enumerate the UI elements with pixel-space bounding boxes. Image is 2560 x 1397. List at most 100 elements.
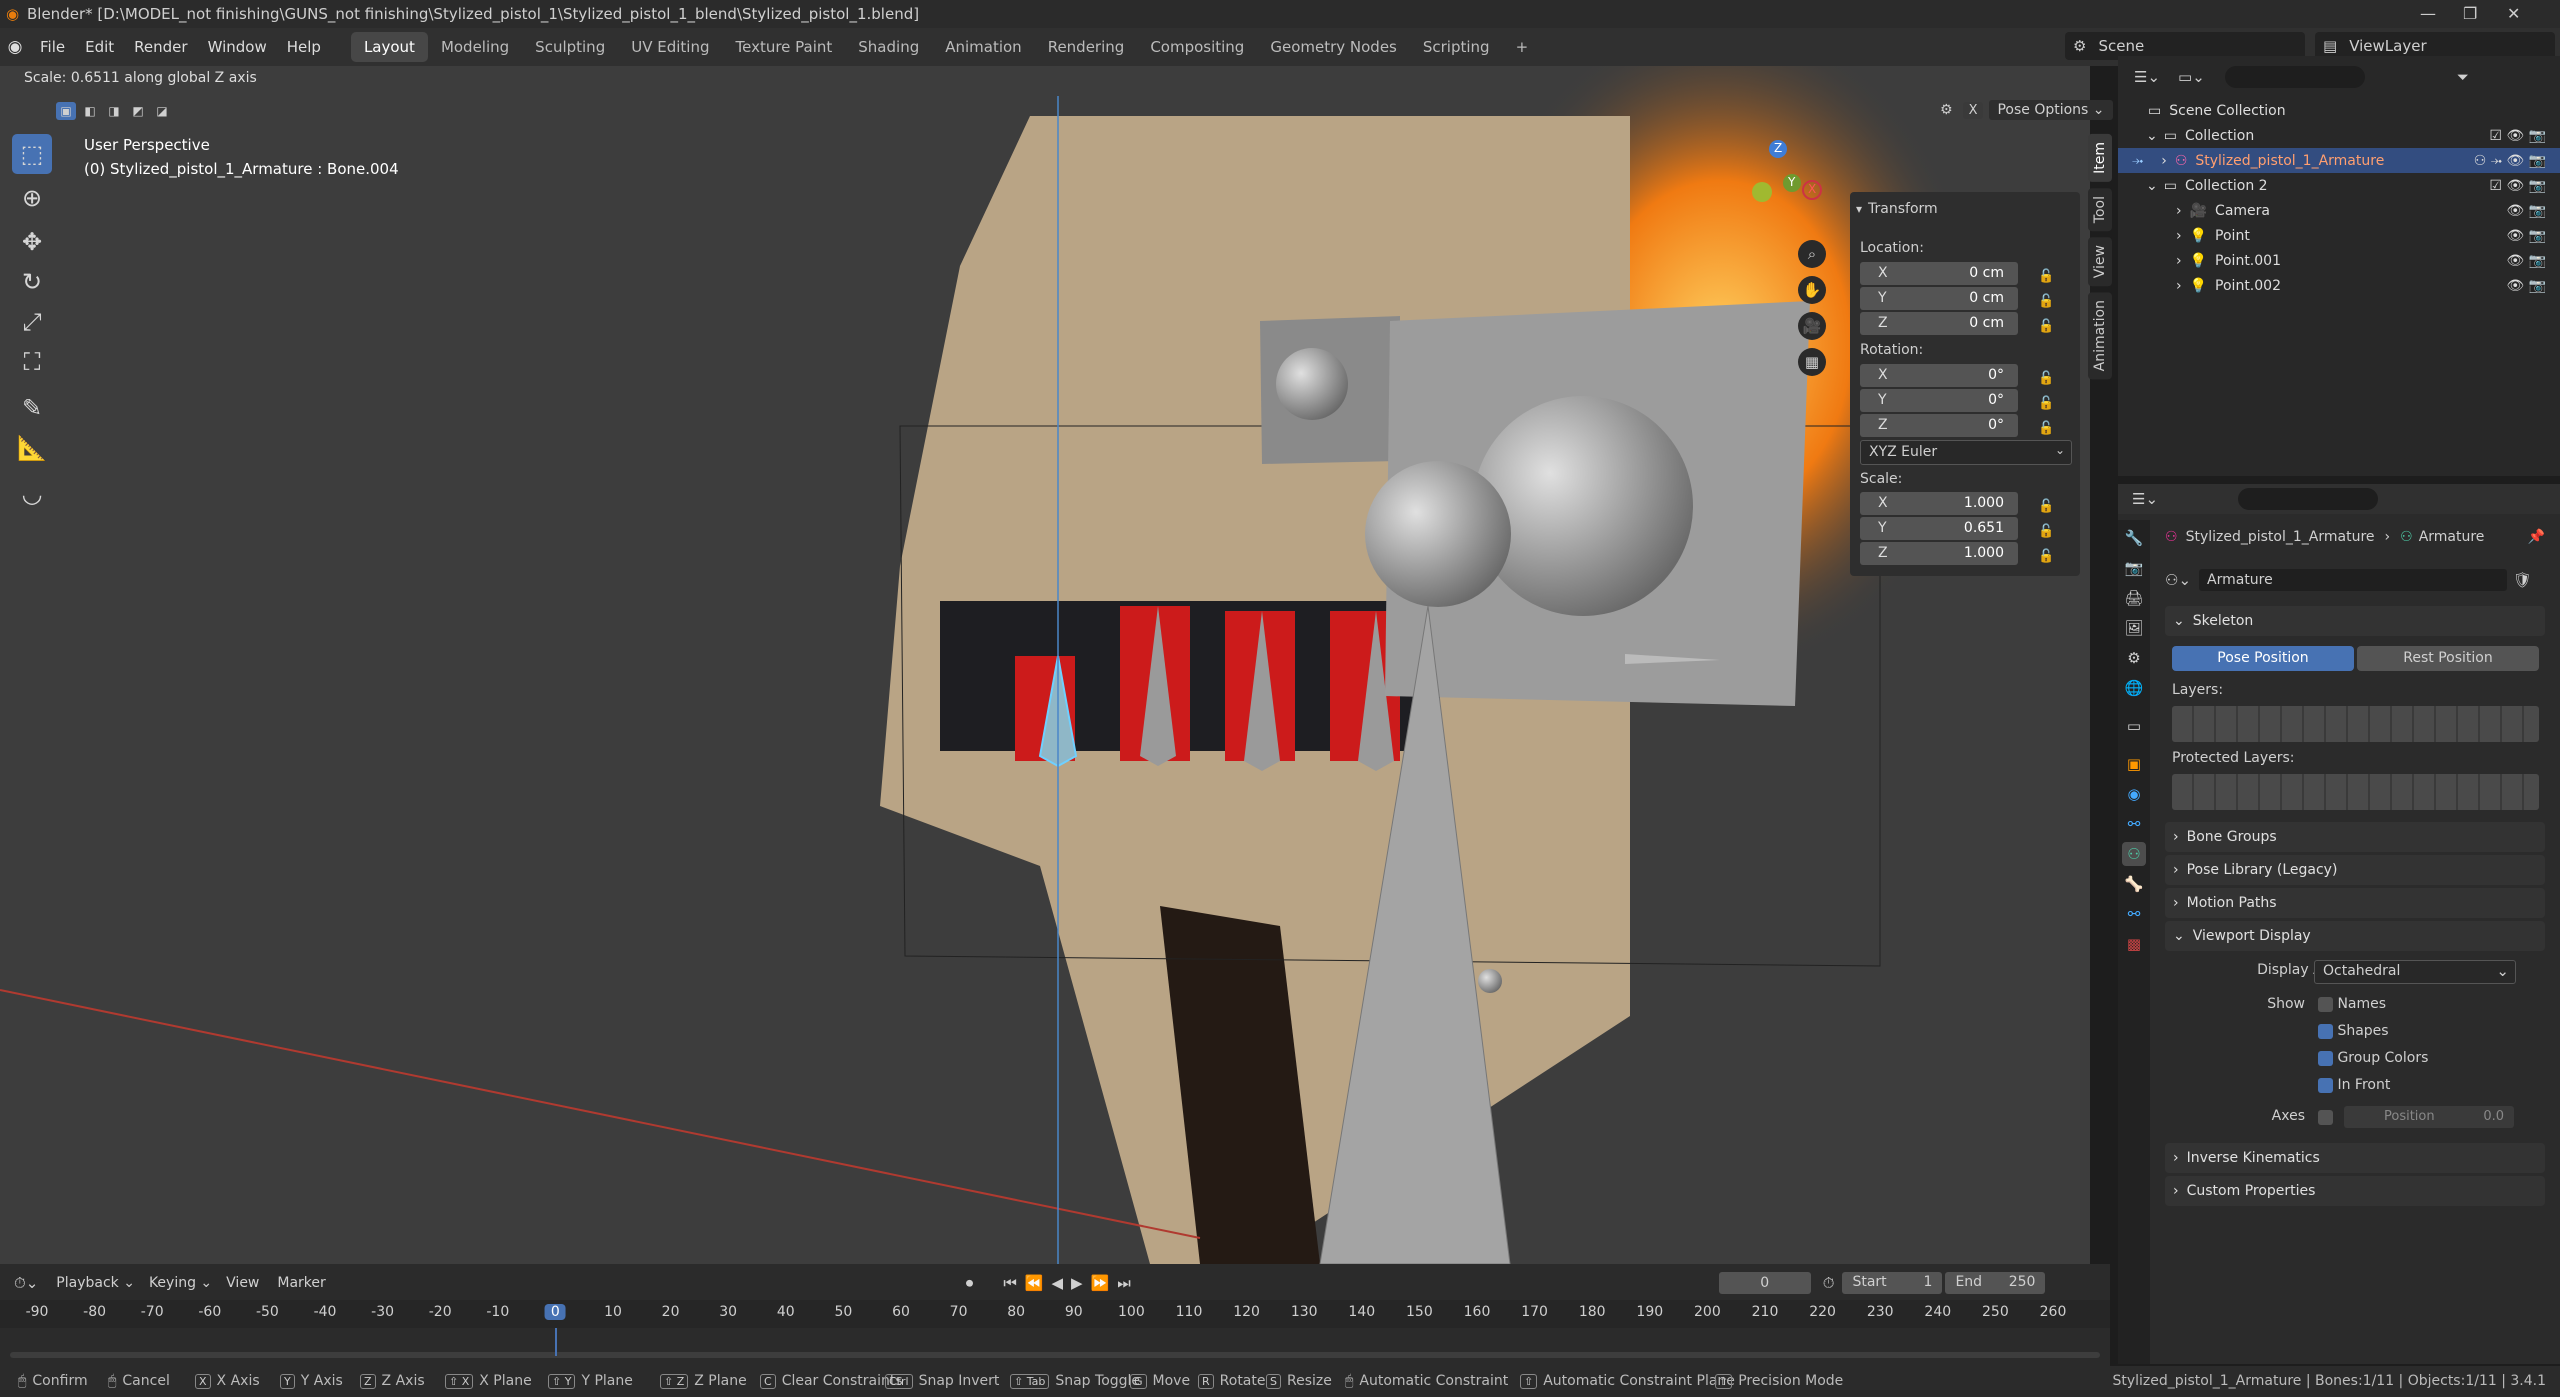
transform-header[interactable]: ▾ Transform: [1856, 198, 2074, 220]
outliner-row[interactable]: › 💡 Point.001 👁 📷: [2118, 248, 2560, 273]
editor-type-icon[interactable]: ⏱⌄: [14, 1274, 38, 1292]
tab-rendering[interactable]: Rendering: [1035, 32, 1138, 62]
move-tool-icon[interactable]: ✥: [12, 222, 52, 262]
display-mode-icon[interactable]: ▭⌄: [2178, 68, 2205, 86]
axes-checkbox[interactable]: [2318, 1108, 2333, 1126]
tab-uv-editing[interactable]: UV Editing: [618, 32, 722, 62]
outliner-row[interactable]: ⌄ ▭ Collection 2 ☑ 👁 📷: [2118, 173, 2560, 198]
start-frame-field[interactable]: Start 1: [1842, 1272, 1943, 1294]
bone-tab-icon[interactable]: 🦴: [2122, 872, 2146, 896]
menu-file[interactable]: File: [30, 28, 75, 66]
armature-data-tab-icon[interactable]: ⚇: [2122, 842, 2146, 866]
select-box-tool-icon[interactable]: ⬚: [12, 134, 52, 174]
timeline-scrollbar[interactable]: [10, 1352, 2100, 1358]
tab-layout[interactable]: Layout: [350, 32, 428, 62]
menu-window[interactable]: Window: [198, 28, 277, 66]
motion-paths-panel-header[interactable]: › Motion Paths: [2165, 888, 2545, 918]
preview-range-icon[interactable]: ⏱: [1823, 1274, 1835, 1292]
timeline-ruler[interactable]: -90 -80 -70 -60 -50 -40 -30 -20 -10 0 10 20 30 40 50 60…: [0, 1300, 2110, 1328]
playback-controls[interactable]: ⏮⏪◀▶⏩⏭: [1003, 1274, 1138, 1292]
constraint-tab-icon[interactable]: ⚯: [2122, 812, 2146, 836]
tab-view[interactable]: View: [2088, 237, 2112, 287]
cursor-tool-icon[interactable]: ⊕: [12, 178, 52, 218]
location-x-field[interactable]: X0 cm: [1860, 262, 2018, 285]
scale-x-field[interactable]: X 1.000: [1860, 492, 2018, 515]
current-frame-indicator[interactable]: 0: [544, 1304, 566, 1320]
fake-user-shield-icon[interactable]: 🛡: [2513, 571, 2532, 589]
tab-shading[interactable]: Shading: [845, 32, 932, 62]
pose-options-dropdown[interactable]: Pose Options ⌄: [1989, 100, 2113, 120]
select-extend-icon[interactable]: ◧: [80, 102, 100, 120]
outliner-search-input[interactable]: [2224, 66, 2365, 88]
view-menu[interactable]: View: [226, 1275, 259, 1291]
scale-z-field[interactable]: Z 1.000: [1860, 542, 2018, 565]
lock-icons[interactable]: 🔓 🔓 🔓: [2038, 264, 2054, 339]
end-frame-field[interactable]: End 250: [1945, 1272, 2046, 1294]
armature-data-icon[interactable]: ⚇⌄: [2165, 571, 2191, 589]
layers-grid[interactable]: [2172, 706, 2539, 742]
outliner-row[interactable]: ▭ Scene Collection: [2118, 98, 2560, 123]
menu-help[interactable]: Help: [277, 28, 331, 66]
shapes-checkbox[interactable]: Shapes: [2318, 1023, 2389, 1039]
tab-sculpting[interactable]: Sculpting: [522, 32, 618, 62]
object-tab-icon[interactable]: ▣: [2122, 752, 2146, 776]
outliner-row-armature[interactable]: ⤞ › ⚇ Stylized_pistol_1_Armature ⚇ ⤞ 👁 📷: [2118, 148, 2560, 173]
location-z-field[interactable]: Z0 cm: [1860, 312, 2018, 335]
tab-modeling[interactable]: Modeling: [428, 32, 522, 62]
pan-hand-icon[interactable]: ✋: [1798, 276, 1826, 304]
scale-tool-icon[interactable]: ⤢: [12, 302, 52, 342]
collection-tab-icon[interactable]: ▭: [2122, 714, 2146, 738]
keying-menu[interactable]: Keying ⌄: [149, 1275, 212, 1291]
playback-menu[interactable]: Playback ⌄: [56, 1275, 135, 1291]
scene-tab-icon[interactable]: ⚙: [2122, 646, 2146, 670]
rest-position-button[interactable]: Rest Position: [2357, 646, 2539, 671]
transform-tool-icon[interactable]: ⛶: [12, 342, 52, 382]
ortho-grid-icon[interactable]: ▦: [1798, 348, 1826, 376]
lock-icons[interactable]: 🔓 🔓 🔓: [2038, 494, 2054, 569]
tab-animation[interactable]: Animation: [932, 32, 1034, 62]
camera-view-icon[interactable]: 🎥: [1798, 312, 1826, 340]
tab-animation-side[interactable]: Animation: [2088, 292, 2112, 380]
render-tab-icon[interactable]: 📷: [2122, 556, 2146, 580]
select-invert-icon[interactable]: ◩: [128, 102, 148, 120]
lock-icons[interactable]: 🔓 🔓 🔓: [2038, 366, 2054, 441]
output-tab-icon[interactable]: 🖨: [2122, 586, 2146, 610]
measure-tool-icon[interactable]: 📐: [12, 428, 52, 468]
texture-tab-icon[interactable]: ▩: [2122, 932, 2146, 956]
outliner-row[interactable]: › 🎥 Camera 👁 📷: [2118, 198, 2560, 223]
scale-y-field[interactable]: Y 0.651: [1860, 517, 2018, 540]
marker-menu[interactable]: Marker: [277, 1275, 325, 1291]
record-icon[interactable]: ⏺: [966, 1274, 974, 1292]
tab-scripting[interactable]: Scripting: [1410, 32, 1503, 62]
location-y-field[interactable]: Y0 cm: [1860, 287, 2018, 310]
menu-edit[interactable]: Edit: [75, 28, 124, 66]
3d-viewport[interactable]: Z Y X ⌕ ✋ 🎥 ▦ User Perspective (0) Styli…: [0, 66, 2090, 1264]
maximize-icon[interactable]: ❐: [2463, 4, 2477, 23]
select-subtract-icon[interactable]: ◨: [104, 102, 124, 120]
world-tab-icon[interactable]: 🌐: [2122, 676, 2146, 700]
gizmo-toggle-icon[interactable]: ⚙: [1940, 102, 1953, 118]
custom-properties-panel-header[interactable]: › Custom Properties: [2165, 1176, 2545, 1206]
axes-position-field[interactable]: Position 0.0: [2344, 1106, 2514, 1128]
close-window-icon[interactable]: ✕: [2507, 4, 2520, 23]
current-frame-field[interactable]: 0: [1718, 1272, 1811, 1294]
minimize-icon[interactable]: —: [2420, 4, 2436, 23]
select-intersect-icon[interactable]: ◪: [152, 102, 172, 120]
tab-compositing[interactable]: Compositing: [1137, 32, 1257, 62]
in-front-checkbox[interactable]: In Front: [2318, 1077, 2390, 1093]
tab-geometry-nodes[interactable]: Geometry Nodes: [1257, 32, 1410, 62]
outliner-row[interactable]: › 💡 Point 👁 📷: [2118, 223, 2560, 248]
outliner-row[interactable]: › 💡 Point.002 👁 📷: [2118, 273, 2560, 298]
datablock-name-field[interactable]: Armature: [2199, 569, 2508, 591]
physics-tab-icon[interactable]: ◉: [2122, 782, 2146, 806]
select-new-icon[interactable]: ▣: [56, 102, 76, 120]
bone-constraint-tab-icon[interactable]: ⚯: [2122, 902, 2146, 926]
inverse-kinematics-panel-header[interactable]: › Inverse Kinematics: [2165, 1143, 2545, 1173]
zoom-icon[interactable]: ⌕: [1798, 240, 1826, 268]
rotation-y-field[interactable]: Y 0°: [1860, 389, 2018, 412]
display-as-dropdown[interactable]: Octahedral ⌄: [2314, 960, 2516, 984]
editor-type-icon[interactable]: ☰⌄: [2132, 490, 2158, 508]
protected-layers-grid[interactable]: [2172, 774, 2539, 810]
annotate-tool-icon[interactable]: ✎: [12, 388, 52, 428]
rotate-tool-icon[interactable]: ↻: [12, 262, 52, 302]
